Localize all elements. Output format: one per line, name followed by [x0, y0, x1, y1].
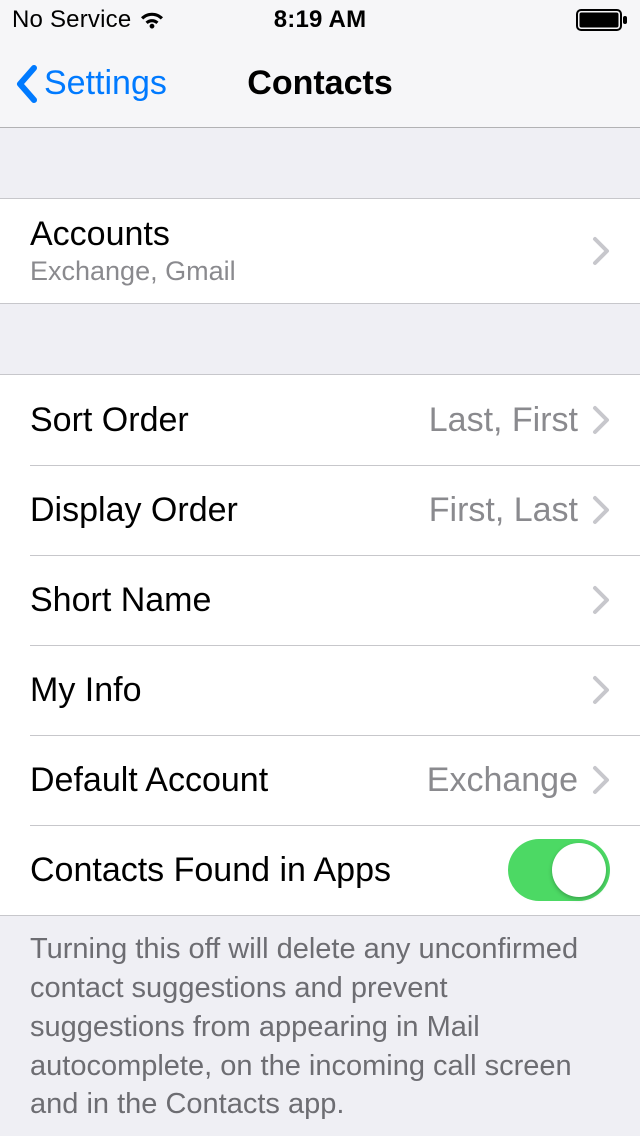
- back-label: Settings: [44, 64, 167, 103]
- chevron-right-icon: [592, 236, 610, 266]
- wifi-icon: [139, 10, 165, 30]
- default-account-cell[interactable]: Default Account Exchange: [0, 735, 640, 825]
- chevron-right-icon: [592, 495, 610, 525]
- accounts-cell[interactable]: Accounts Exchange, Gmail: [0, 199, 640, 303]
- my-info-label: My Info: [30, 671, 141, 710]
- my-info-cell[interactable]: My Info: [0, 645, 640, 735]
- battery-icon: [576, 9, 628, 31]
- accounts-detail: Exchange, Gmail: [30, 256, 236, 287]
- accounts-group: Accounts Exchange, Gmail: [0, 198, 640, 304]
- short-name-cell[interactable]: Short Name: [0, 555, 640, 645]
- found-in-apps-cell: Contacts Found in Apps: [0, 825, 640, 915]
- chevron-right-icon: [592, 405, 610, 435]
- found-in-apps-toggle[interactable]: [508, 839, 610, 901]
- settings-group: Sort Order Last, First Display Order Fir…: [0, 374, 640, 916]
- default-account-value: Exchange: [427, 761, 578, 800]
- chevron-right-icon: [592, 675, 610, 705]
- chevron-left-icon: [14, 64, 38, 104]
- display-order-cell[interactable]: Display Order First, Last: [0, 465, 640, 555]
- sort-order-label: Sort Order: [30, 401, 189, 440]
- sort-order-cell[interactable]: Sort Order Last, First: [0, 375, 640, 465]
- toggle-knob: [552, 843, 606, 897]
- nav-bar: Settings Contacts: [0, 40, 640, 128]
- status-bar: No Service 8:19 AM: [0, 0, 640, 40]
- found-in-apps-footer: Turning this off will delete any unconfi…: [0, 916, 640, 1136]
- carrier-label: No Service: [12, 6, 131, 34]
- display-order-label: Display Order: [30, 491, 238, 530]
- short-name-label: Short Name: [30, 581, 211, 620]
- display-order-value: First, Last: [429, 491, 578, 530]
- sort-order-value: Last, First: [429, 401, 578, 440]
- back-button[interactable]: Settings: [0, 64, 167, 104]
- found-in-apps-label: Contacts Found in Apps: [30, 851, 391, 890]
- default-account-label: Default Account: [30, 761, 268, 800]
- accounts-label: Accounts: [30, 215, 236, 254]
- chevron-right-icon: [592, 765, 610, 795]
- chevron-right-icon: [592, 585, 610, 615]
